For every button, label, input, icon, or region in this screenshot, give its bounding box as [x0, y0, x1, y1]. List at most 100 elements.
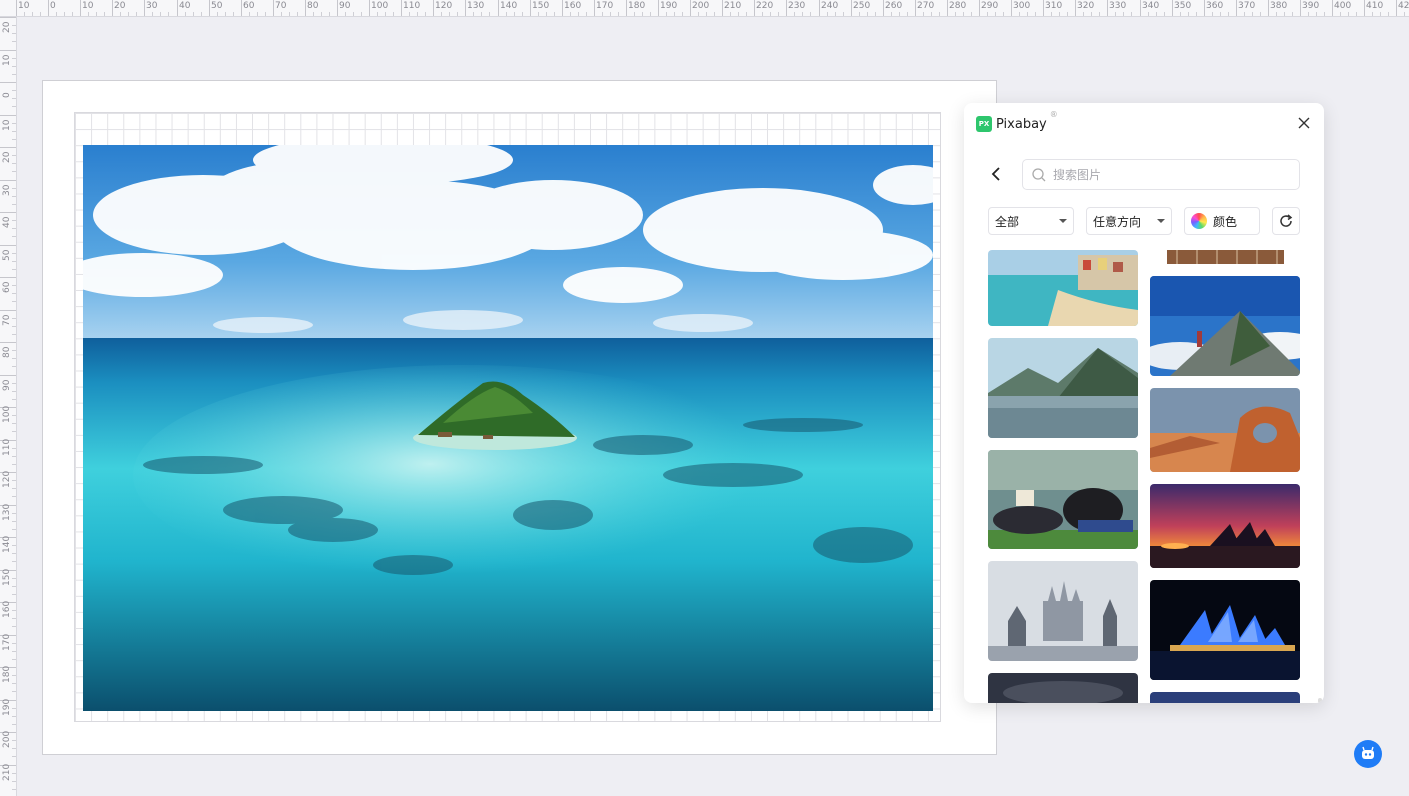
- refresh-button[interactable]: [1272, 207, 1300, 235]
- ruler-minor-tick: [12, 740, 16, 741]
- ruler-tick: [369, 0, 370, 16]
- ruler-minor-tick: [995, 12, 996, 16]
- ruler-minor-tick: [1372, 12, 1373, 16]
- ruler-minor-tick: [96, 12, 97, 16]
- ruler-minor-tick: [12, 513, 16, 514]
- ruler-minor-tick: [12, 496, 16, 497]
- ruler-minor-tick: [12, 139, 16, 140]
- close-button[interactable]: [1296, 115, 1312, 131]
- ruler-minor-tick: [12, 618, 16, 619]
- ruler-minor-tick: [12, 545, 16, 546]
- ruler-minor-tick: [249, 12, 250, 16]
- back-button[interactable]: [988, 165, 1006, 183]
- ruler-label: 160: [2, 600, 12, 618]
- refresh-icon: [1280, 214, 1293, 227]
- thumbnail-desert-arch[interactable]: [1150, 388, 1300, 472]
- ruler-minor-tick: [738, 12, 739, 16]
- ruler-minor-tick: [570, 12, 571, 16]
- ruler-minor-tick: [12, 529, 16, 530]
- ruler-label: 140: [500, 1, 518, 11]
- ruler-tick: [433, 0, 434, 16]
- ruler-minor-tick: [1340, 12, 1341, 16]
- ruler-minor-tick: [12, 626, 16, 627]
- ruler-minor-tick: [827, 12, 828, 16]
- ruler-minor-tick: [835, 12, 836, 16]
- ruler-minor-tick: [802, 12, 803, 16]
- ruler-minor-tick: [225, 12, 226, 16]
- ruler-minor-tick: [1252, 12, 1253, 16]
- ruler-minor-tick: [12, 643, 16, 644]
- thumbnail-couple-reading[interactable]: [988, 450, 1138, 549]
- ruler-minor-tick: [730, 12, 731, 16]
- ruler-label: 220: [756, 1, 774, 11]
- ruler-tick: [1172, 0, 1173, 16]
- ruler-tick: [16, 0, 17, 16]
- color-filter-button[interactable]: 颜色: [1184, 207, 1260, 235]
- assistant-button[interactable]: [1354, 740, 1382, 768]
- ruler-tick: [80, 0, 81, 16]
- ruler-minor-tick: [193, 12, 194, 16]
- ruler-minor-tick: [843, 12, 844, 16]
- ruler-minor-tick: [955, 12, 956, 16]
- thumbnail-mountain-lake[interactable]: [988, 338, 1138, 438]
- vertical-ruler: 20 10 0 10 20 30 40 50 60 70 80 90 100 110 120 130 140 15…: [0, 17, 17, 796]
- ruler-minor-tick: [329, 12, 330, 16]
- ruler-minor-tick: [12, 651, 16, 652]
- ruler-minor-tick: [963, 12, 964, 16]
- ruler-label: 370: [1238, 1, 1256, 11]
- ruler-tick: [0, 17, 16, 18]
- ruler-tick: [0, 277, 16, 278]
- ruler-label: 40: [179, 1, 191, 11]
- orientation-select[interactable]: 任意方向: [1086, 207, 1172, 235]
- category-select[interactable]: 全部: [988, 207, 1074, 235]
- ruler-label: 340: [1142, 1, 1160, 11]
- ruler-minor-tick: [12, 708, 16, 709]
- thumbnail-opera-house-sunset[interactable]: [1150, 484, 1300, 568]
- ruler-minor-tick: [610, 12, 611, 16]
- ruler-minor-tick: [698, 12, 699, 16]
- ruler-label: 350: [1174, 1, 1192, 11]
- ruler-minor-tick: [1356, 12, 1357, 16]
- ruler-minor-tick: [12, 399, 16, 400]
- canvas-image-tropical-island[interactable]: [83, 145, 933, 711]
- scrollbar[interactable]: [1318, 698, 1322, 703]
- ruler-minor-tick: [104, 12, 105, 16]
- search-box[interactable]: [1022, 159, 1300, 190]
- ruler-label: 410: [1366, 1, 1384, 11]
- ruler-minor-tick: [12, 383, 16, 384]
- ruler-label: 170: [2, 633, 12, 651]
- ruler-minor-tick: [770, 12, 771, 16]
- ruler-minor-tick: [12, 773, 16, 774]
- ruler-tick: [498, 0, 499, 16]
- ruler-minor-tick: [12, 431, 16, 432]
- ruler-minor-tick: [64, 12, 65, 16]
- panel-header: PX Pixabay ®: [976, 110, 1058, 134]
- ruler-minor-tick: [1059, 12, 1060, 16]
- thumbnail-railway[interactable]: [1167, 250, 1284, 264]
- ruler-label: 120: [2, 470, 12, 488]
- ruler-minor-tick: [233, 12, 234, 16]
- ruler-minor-tick: [12, 228, 16, 229]
- ruler-label: 70: [2, 314, 12, 326]
- thumbnail-coastal-town[interactable]: [988, 250, 1138, 326]
- ruler-tick: [0, 342, 16, 343]
- thumbnail-foggy-castle[interactable]: [988, 561, 1138, 661]
- thumbnail-blue-night[interactable]: [1150, 692, 1300, 703]
- thumbnail-opera-house-night[interactable]: [1150, 580, 1300, 680]
- ruler-minor-tick: [12, 155, 16, 156]
- ruler-label: 270: [917, 1, 935, 11]
- search-input[interactable]: [1053, 167, 1283, 182]
- ruler-minor-tick: [441, 12, 442, 16]
- thumbnail-night-sky[interactable]: [988, 673, 1138, 703]
- ruler-tick: [1075, 0, 1076, 16]
- orientation-select-value: 任意方向: [1093, 214, 1142, 229]
- thumbnail-hiker-summit[interactable]: [1150, 276, 1300, 376]
- ruler-minor-tick: [1027, 12, 1028, 16]
- ruler-label: 280: [949, 1, 967, 11]
- caret-down-icon: [1059, 219, 1067, 223]
- horizontal-ruler: 10 0 10 20 30 40 50 60 70 80 90 100 110 120 130 140 150 1…: [0, 0, 1409, 17]
- ruler-tick: [754, 0, 755, 16]
- ruler-minor-tick: [12, 74, 16, 75]
- ruler-minor-tick: [12, 366, 16, 367]
- ruler-tick: [1268, 0, 1269, 16]
